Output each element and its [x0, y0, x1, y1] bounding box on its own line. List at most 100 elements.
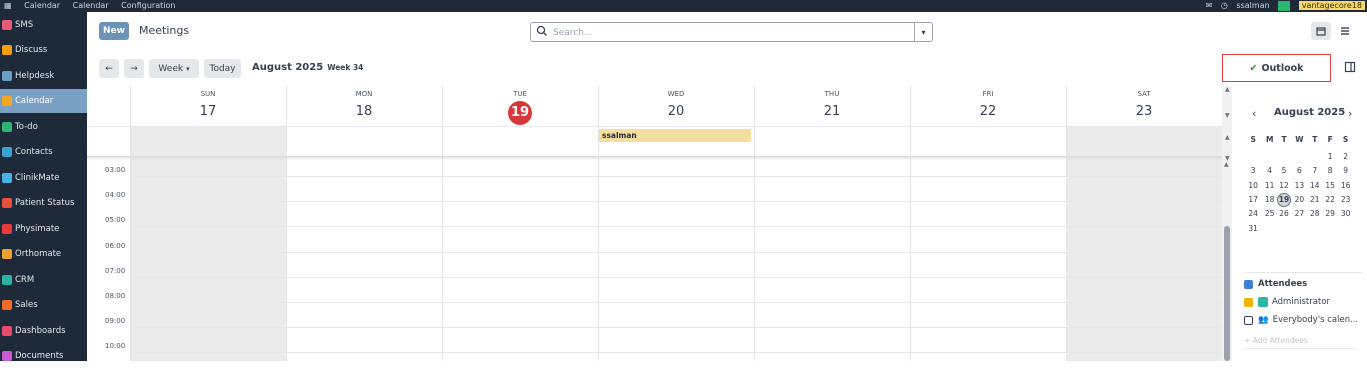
outlook-sync-button[interactable]: ✔ Outlook — [1222, 54, 1331, 82]
scroll-up-icon[interactable]: ▲ — [1224, 161, 1229, 168]
attendee-row[interactable]: Administrator — [1244, 297, 1330, 307]
checkbox-checked[interactable] — [1244, 297, 1253, 307]
sidebar-item-clinikmate[interactable]: ClinikMate — [0, 166, 87, 190]
menu-configuration[interactable]: Configuration — [121, 1, 175, 10]
avatar[interactable] — [1278, 0, 1291, 11]
attendees-header[interactable]: Attendees — [1244, 279, 1307, 289]
day-column[interactable] — [598, 86, 754, 361]
scroll-down-icon[interactable]: ▼ — [1225, 112, 1230, 119]
day-column[interactable] — [1066, 86, 1222, 361]
day-header[interactable]: WED 20 — [598, 86, 754, 126]
calendar-view-button[interactable] — [1311, 22, 1331, 40]
company-badge[interactable]: vantagecore18 — [1298, 1, 1365, 10]
day-header[interactable]: SUN 17 — [130, 86, 286, 126]
day-column[interactable] — [130, 86, 286, 361]
mini-day[interactable]: 11 — [1264, 181, 1276, 190]
day-header[interactable]: TUE 19 — [442, 86, 598, 126]
search-bar[interactable]: ▾ — [530, 22, 933, 42]
mini-day[interactable]: 25 — [1264, 209, 1276, 218]
user-name[interactable]: ssalman — [1236, 1, 1269, 10]
mini-day[interactable]: 9 — [1340, 166, 1352, 175]
mini-day[interactable]: 15 — [1324, 181, 1336, 190]
search-input[interactable] — [553, 26, 913, 39]
apps-icon[interactable]: ▦ — [4, 1, 12, 10]
mini-day[interactable]: 28 — [1309, 209, 1321, 218]
mini-day[interactable]: 22 — [1324, 195, 1336, 204]
sidebar-item-discuss[interactable]: Discuss — [0, 38, 87, 62]
sidebar-item-dashboards[interactable]: Dashboards — [0, 319, 87, 343]
day-column[interactable] — [910, 86, 1066, 361]
mini-day[interactable]: 31 — [1247, 224, 1259, 233]
sidebar-item-to-do[interactable]: To-do — [0, 115, 87, 139]
day-header[interactable]: THU 21 — [754, 86, 910, 126]
sidebar-item-label: SMS — [15, 19, 34, 30]
day-column[interactable] — [286, 86, 442, 361]
mini-day[interactable]: 16 — [1340, 181, 1352, 190]
mini-day[interactable]: 13 — [1293, 181, 1305, 190]
day-header[interactable]: MON 18 — [286, 86, 442, 126]
scale-dropdown[interactable]: Week ▾ — [149, 59, 199, 78]
sidebar-item-contacts[interactable]: Contacts — [0, 140, 87, 164]
day-header[interactable]: FRI 22 — [910, 86, 1066, 126]
mini-day[interactable]: 6 — [1293, 166, 1305, 175]
mini-day[interactable]: 2 — [1340, 152, 1352, 161]
mini-day[interactable]: 3 — [1247, 166, 1259, 175]
new-button[interactable]: New — [99, 22, 129, 40]
scroll-up-icon[interactable]: ▲ — [1225, 86, 1230, 93]
mini-day[interactable]: 12 — [1278, 181, 1290, 190]
search-dropdown-toggle[interactable]: ▾ — [914, 23, 932, 41]
mini-day[interactable]: 17 — [1247, 195, 1259, 204]
list-view-button[interactable] — [1335, 22, 1355, 40]
sidebar-toggle-icon[interactable] — [1344, 61, 1356, 73]
mini-day[interactable]: 8 — [1324, 166, 1336, 175]
mini-today[interactable]: 19 — [1277, 192, 1291, 207]
scroll-thumb[interactable] — [1224, 226, 1230, 361]
previous-button[interactable]: ← — [99, 59, 119, 78]
mini-day[interactable]: 24 — [1247, 209, 1259, 218]
scrollbar[interactable]: ▲ ▼ ▲ ▼ ▲ — [1222, 86, 1232, 361]
sidebar-item-orthomate[interactable]: Orthomate — [0, 242, 87, 266]
mini-day[interactable]: 30 — [1340, 209, 1352, 218]
sidebar-item-helpdesk[interactable]: Helpdesk — [0, 64, 87, 88]
day-column[interactable] — [442, 86, 598, 361]
mini-day[interactable]: 20 — [1293, 195, 1305, 204]
mini-day[interactable]: 1 — [1324, 152, 1336, 161]
add-attendees-input[interactable]: + Add Attendees — [1244, 336, 1356, 349]
mini-day[interactable]: 7 — [1309, 166, 1321, 175]
time-label: 03:00 — [105, 166, 126, 174]
chevron-right-icon[interactable]: › — [1348, 107, 1352, 120]
mini-day[interactable]: 10 — [1247, 181, 1259, 190]
chat-icon[interactable]: ✉ — [1206, 1, 1213, 10]
sidebar-item-physimate[interactable]: Physimate — [0, 217, 87, 241]
menu-calendar[interactable]: Calendar — [73, 1, 109, 10]
sidebar-item-sms[interactable]: SMS — [0, 13, 87, 37]
today-button[interactable]: Today — [204, 59, 241, 78]
mini-day[interactable]: 18 — [1264, 195, 1276, 204]
day-header[interactable]: SAT 23 — [1066, 86, 1222, 126]
mini-day[interactable]: 5 — [1278, 166, 1290, 175]
app-icon — [2, 121, 12, 132]
sidebar-item-calendar[interactable]: Calendar — [0, 89, 87, 113]
sidebar-item-sales[interactable]: Sales — [0, 293, 87, 317]
mini-day[interactable]: 27 — [1293, 209, 1305, 218]
mini-day[interactable]: 21 — [1309, 195, 1321, 204]
scroll-up-icon[interactable]: ▲ — [1225, 134, 1230, 141]
checkbox-unchecked[interactable] — [1244, 315, 1253, 325]
checkbox-checked[interactable] — [1244, 279, 1253, 289]
sidebar-item-documents[interactable]: Documents — [0, 344, 87, 368]
mini-day[interactable]: 23 — [1340, 195, 1352, 204]
mini-day[interactable]: 26 — [1278, 209, 1290, 218]
chevron-left-icon[interactable]: ‹ — [1252, 107, 1256, 120]
mini-day[interactable]: 4 — [1264, 166, 1276, 175]
mini-day[interactable]: 14 — [1309, 181, 1321, 190]
sidebar-item-patient-status[interactable]: Patient Status — [0, 191, 87, 215]
app-title[interactable]: Calendar — [24, 1, 60, 10]
day-column[interactable] — [754, 86, 910, 361]
activity-icon[interactable]: ◷ — [1221, 1, 1228, 10]
day-name: SAT — [1137, 90, 1151, 98]
attendee-row[interactable]: 👥 Everybody's calen... — [1244, 315, 1358, 325]
mini-day[interactable]: 29 — [1324, 209, 1336, 218]
next-button[interactable]: → — [124, 59, 144, 78]
sidebar-item-crm[interactable]: CRM — [0, 268, 87, 292]
calendar-event[interactable]: ssalman — [599, 129, 751, 142]
